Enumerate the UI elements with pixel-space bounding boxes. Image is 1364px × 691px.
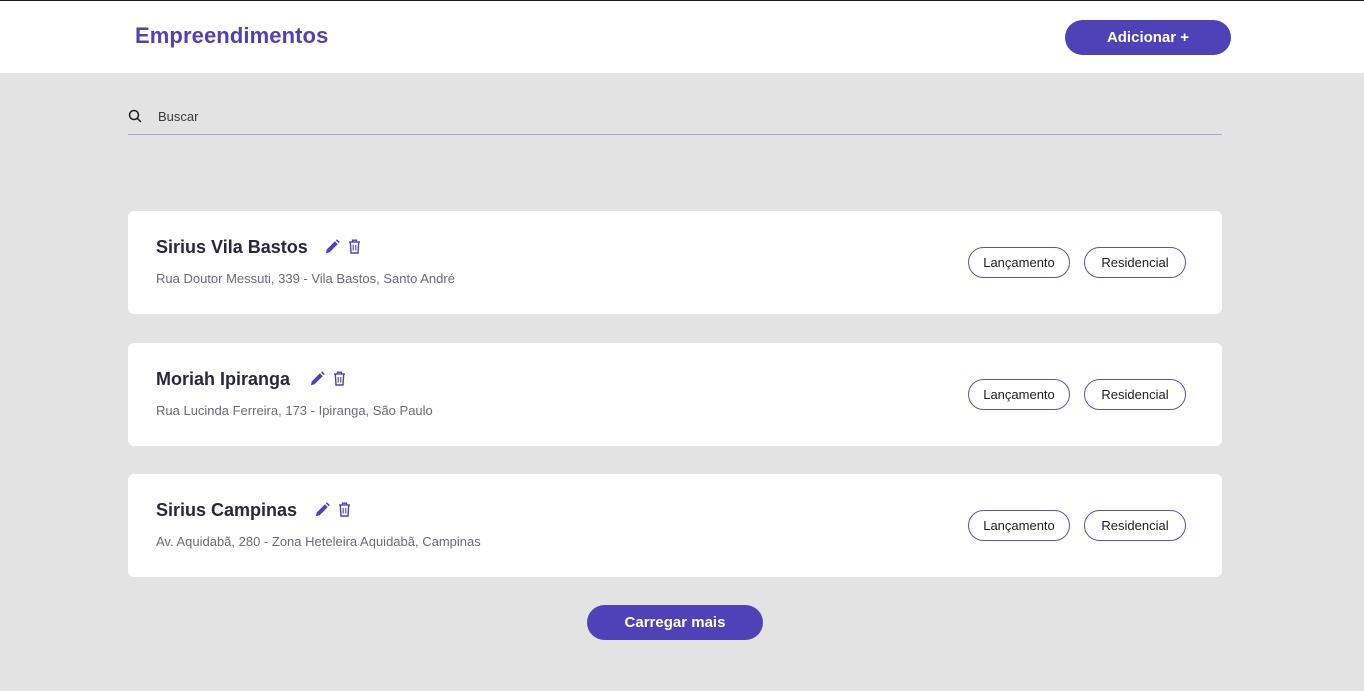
property-card: Sirius Campinas Av. Aquidabã, 280 - Zona… [128, 474, 1222, 577]
card-actions [314, 500, 352, 518]
property-name: Sirius Campinas [156, 500, 298, 520]
tag-residencial[interactable]: Residencial [1084, 247, 1186, 278]
edit-icon[interactable] [309, 369, 325, 387]
add-button[interactable]: Adicionar + [1065, 20, 1231, 55]
tag-lancamento[interactable]: Lançamento [968, 247, 1070, 278]
tag-residencial[interactable]: Residencial [1084, 510, 1186, 541]
trash-icon[interactable] [336, 500, 352, 518]
load-more-button[interactable]: Carregar mais [587, 605, 763, 640]
property-address: Rua Doutor Messuti, 339 - Vila Bastos, S… [156, 271, 455, 286]
property-name: Sirius Vila Bastos [156, 237, 308, 257]
edit-icon[interactable] [324, 237, 340, 255]
card-actions [309, 369, 347, 387]
edit-icon[interactable] [314, 500, 330, 518]
tag-lancamento[interactable]: Lançamento [968, 510, 1070, 541]
property-card: Sirius Vila Bastos Rua Doutor Messuti, 3… [128, 211, 1222, 314]
property-address: Rua Lucinda Ferreira, 173 - Ipiranga, Sã… [156, 403, 433, 418]
search-input[interactable] [158, 106, 758, 126]
card-actions [324, 237, 362, 255]
trash-icon[interactable] [346, 237, 362, 255]
app-header: Empreendimentos Adicionar + [0, 1, 1364, 73]
tag-lancamento[interactable]: Lançamento [968, 379, 1070, 410]
search-bar [128, 100, 1222, 135]
search-icon [128, 109, 142, 123]
tag-residencial[interactable]: Residencial [1084, 379, 1186, 410]
page-title: Empreendimentos [135, 23, 329, 48]
property-address: Av. Aquidabã, 280 - Zona Heteleira Aquid… [156, 534, 481, 549]
property-name: Moriah Ipiranga [156, 369, 291, 389]
trash-icon[interactable] [331, 369, 347, 387]
property-card: Moriah Ipiranga Rua Lucinda Ferreira, 17… [128, 343, 1222, 446]
